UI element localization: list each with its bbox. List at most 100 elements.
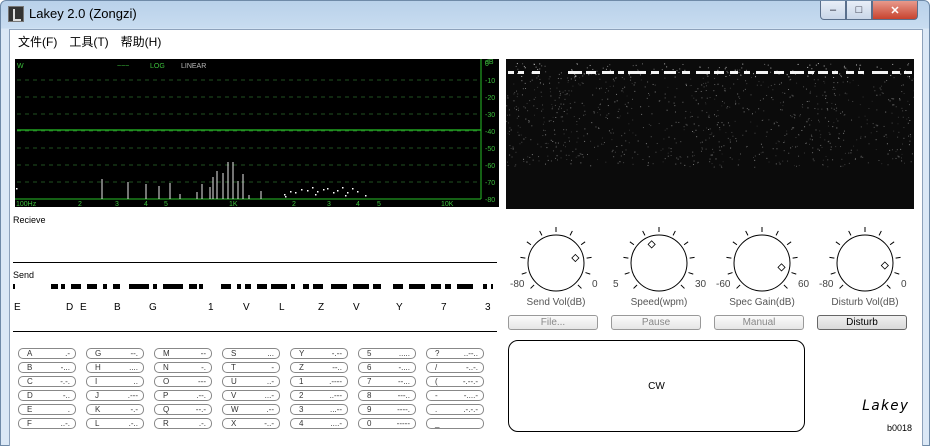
waterfall-noise [727, 137, 729, 139]
waterfall-noise [901, 107, 903, 109]
code-key[interactable]: 7 --... [358, 376, 416, 387]
code-key[interactable]: I.. [86, 376, 144, 387]
code-key[interactable]: 1 .---- [290, 376, 348, 387]
waterfall-noise [509, 114, 511, 116]
waterfall-noise [721, 122, 723, 124]
code-key[interactable]: N -. [154, 362, 212, 373]
waterfall-noise [575, 75, 577, 77]
waterfall-noise [892, 63, 894, 65]
code-key[interactable]: H.... [86, 362, 144, 373]
waterfall-noise [789, 96, 791, 98]
code-key[interactable]: 2 ..--- [290, 390, 348, 401]
code-pattern: ..-. [60, 419, 70, 428]
waterfall-noise [833, 82, 835, 84]
code-key[interactable]: 6 -.... [358, 362, 416, 373]
waterfall-noise [705, 82, 707, 84]
waterfall-noise [578, 118, 580, 120]
waterfall-noise [775, 155, 777, 157]
code-pattern: ... [267, 349, 274, 358]
waterfall-noise [509, 145, 511, 147]
code-key[interactable]: 5..... [358, 348, 416, 359]
waterfall-noise [631, 157, 633, 159]
pause-button[interactable]: Pause [611, 315, 701, 330]
code-key[interactable]: C -.-. [18, 376, 76, 387]
waterfall-noise [608, 130, 610, 132]
menu-tools[interactable]: 工具(T) [63, 30, 114, 50]
manual-button[interactable]: Manual [714, 315, 804, 330]
code-key[interactable]: ? ..--.. [426, 348, 484, 359]
waterfall-noise [691, 115, 693, 117]
knob-dial[interactable] [607, 226, 707, 296]
knob-tick [894, 272, 900, 275]
code-key[interactable]: L .-.. [86, 418, 144, 429]
waterfall-noise [717, 110, 719, 112]
code-key[interactable]: S... [222, 348, 280, 359]
code-key[interactable]: . .-.-.- [426, 404, 484, 415]
title-bar[interactable]: Lakey 2.0 (Zongzi) – □ ✕ [1, 1, 930, 29]
waterfall-noise [740, 74, 742, 76]
waterfall-noise [537, 75, 539, 77]
menu-file[interactable]: 文件(F) [12, 30, 63, 50]
waterfall-noise [674, 96, 676, 98]
waterfall-noise [862, 96, 864, 98]
waterfall-noise [900, 148, 902, 150]
code-key[interactable]: Q --.- [154, 404, 212, 415]
code-key[interactable]: D -.. [18, 390, 76, 401]
code-pattern: -.... [398, 363, 410, 372]
waterfall-noise [521, 75, 523, 77]
code-key[interactable]: V ...- [222, 390, 280, 401]
waterfall-noise [881, 163, 883, 165]
code-key[interactable]: / -..-. [426, 362, 484, 373]
code-key[interactable]: (-.--.- [426, 376, 484, 387]
code-key[interactable]: - -....- [426, 390, 484, 401]
code-key[interactable]: E. [18, 404, 76, 415]
waterfall-noise [568, 137, 570, 139]
knob-tick [792, 256, 798, 259]
code-key[interactable]: A .- [18, 348, 76, 359]
code-key[interactable]: B -... [18, 362, 76, 373]
code-key[interactable]: 8 ---.. [358, 390, 416, 401]
code-key[interactable]: Z --.. [290, 362, 348, 373]
disturb-button[interactable]: Disturb [817, 315, 907, 330]
waterfall-noise [709, 96, 711, 98]
code-key[interactable]: F ..-. [18, 418, 76, 429]
file-button[interactable]: File... [508, 315, 598, 330]
code-key[interactable]: R .-. [154, 418, 212, 429]
code-key[interactable]: M -- [154, 348, 212, 359]
minimize-button[interactable]: – [820, 1, 846, 20]
waterfall-noise [903, 137, 905, 139]
waterfall-noise [575, 148, 577, 150]
knob-min-label: -60 [716, 279, 731, 290]
code-key[interactable]: 3 ...-- [290, 404, 348, 415]
code-key[interactable]: P .--. [154, 390, 212, 401]
waterfall-noise [563, 144, 565, 146]
cw-key-pad[interactable]: CW [508, 340, 805, 432]
waterfall-noise [739, 69, 741, 71]
waterfall-noise [581, 102, 583, 104]
waterfall-noise [545, 163, 547, 165]
code-key[interactable]: K -.- [86, 404, 144, 415]
code-key[interactable]: O --- [154, 376, 212, 387]
code-key[interactable]: G --. [86, 348, 144, 359]
waterfall-noise [642, 127, 644, 129]
waterfall-noise [703, 86, 705, 88]
waterfall-noise [803, 86, 805, 88]
waterfall-noise [729, 87, 731, 89]
waterfall-noise [836, 118, 838, 120]
maximize-button[interactable]: □ [846, 1, 872, 20]
menu-help[interactable]: 帮助(H) [115, 30, 168, 50]
code-key[interactable]: 0 ----- [358, 418, 416, 429]
code-key[interactable]: W .-- [222, 404, 280, 415]
code-key[interactable]: _ [426, 418, 484, 429]
waterfall-noise [818, 119, 820, 121]
code-key[interactable]: Y -.-- [290, 348, 348, 359]
code-key[interactable]: T- [222, 362, 280, 373]
waterfall-noise [556, 155, 558, 157]
code-key[interactable]: J .--- [86, 390, 144, 401]
code-key[interactable]: U ..- [222, 376, 280, 387]
waterfall-noise [560, 103, 562, 105]
code-key[interactable]: X -..- [222, 418, 280, 429]
code-key[interactable]: 4 ....- [290, 418, 348, 429]
close-button[interactable]: ✕ [872, 1, 918, 20]
code-key[interactable]: 9 ----. [358, 404, 416, 415]
